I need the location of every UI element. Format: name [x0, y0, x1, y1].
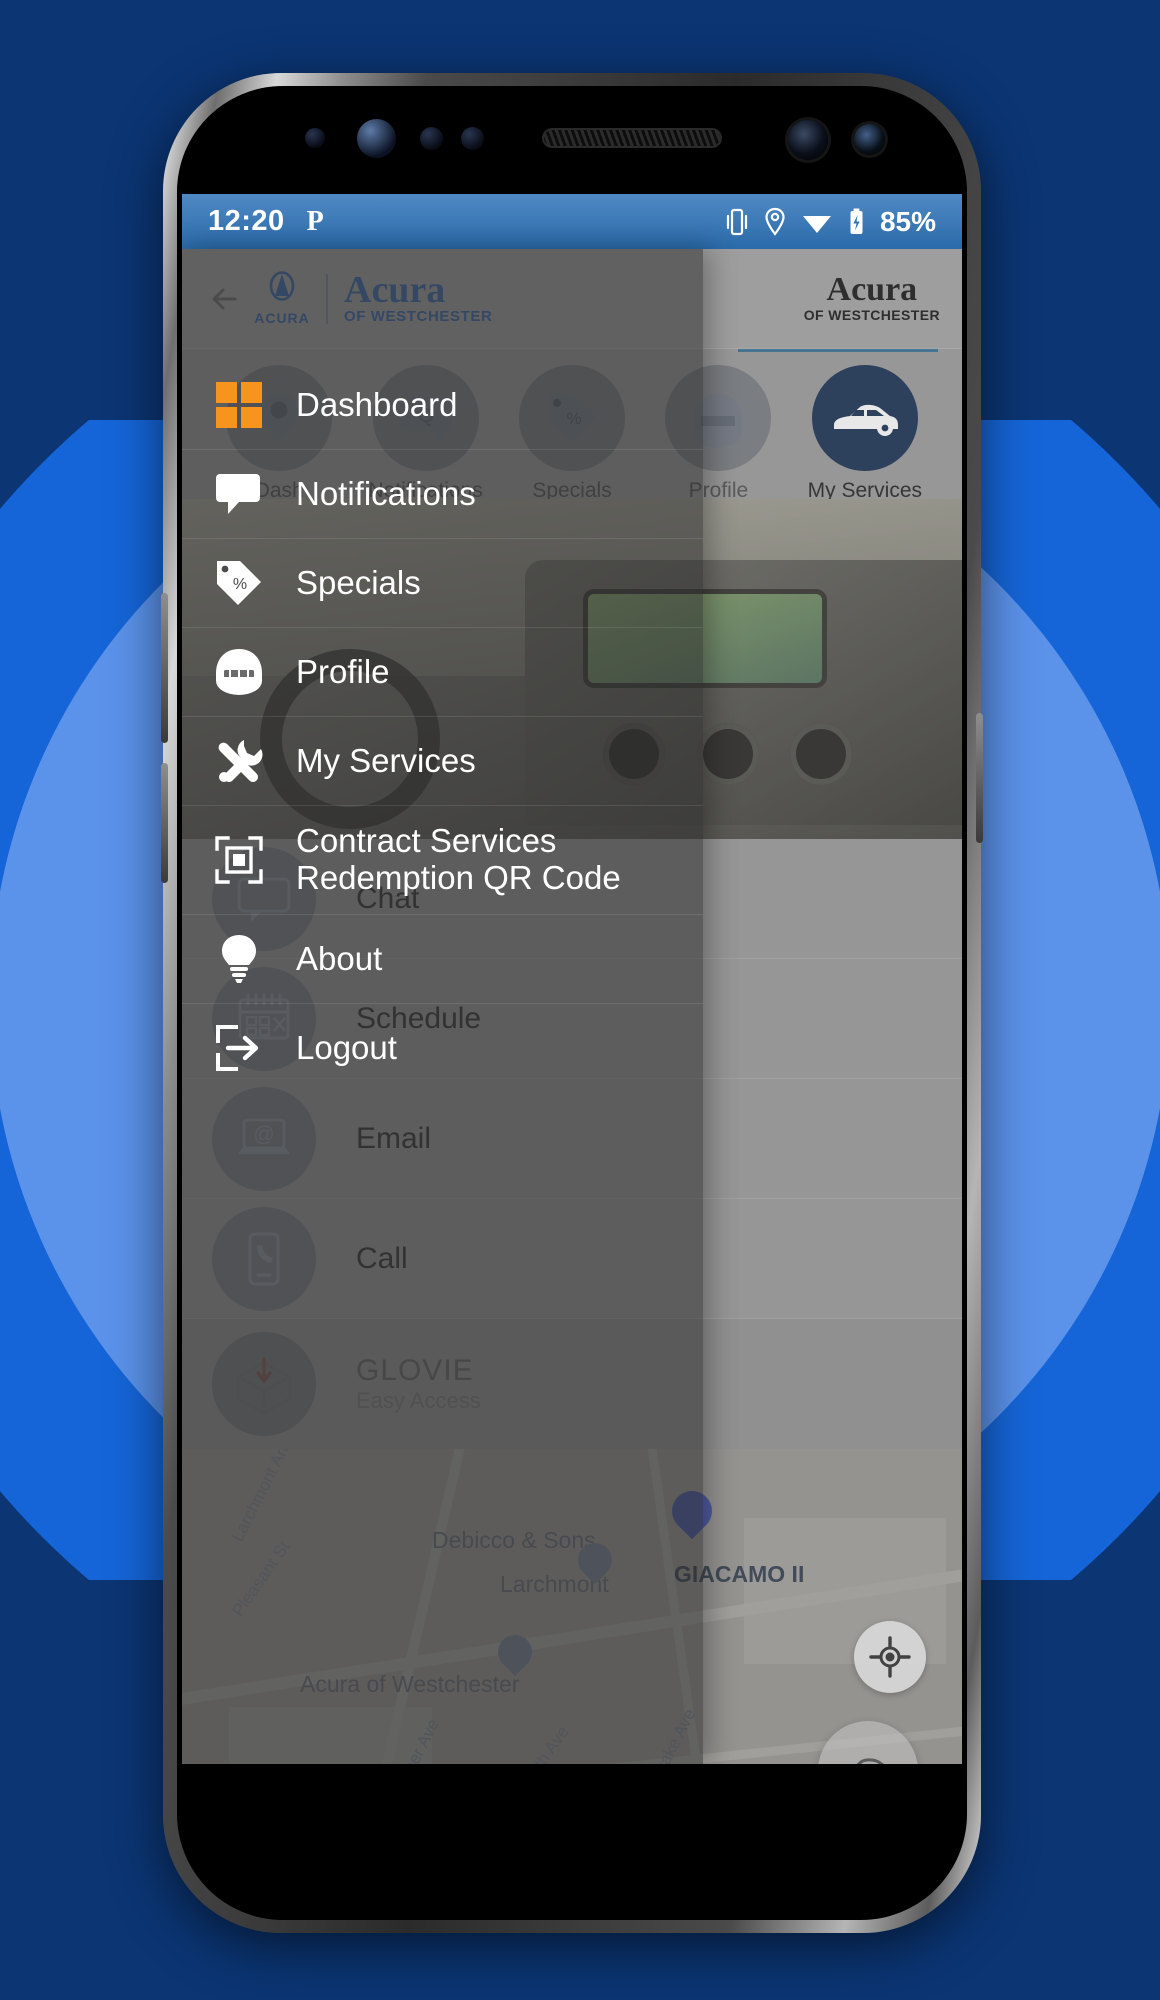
header-right-brand-subtitle: OF WESTCHESTER [803, 306, 940, 323]
status-bar-clock: 12:20 [208, 205, 285, 237]
locate-me-button[interactable] [854, 1621, 926, 1693]
drawer-item-notifications[interactable]: Notifications [182, 450, 703, 538]
status-bar-icons: 85% [725, 206, 936, 238]
iris-scanner-icon [357, 119, 396, 158]
phone-bezel: 12:20 P 85% Acura OF WESTCHESTER Profile… [177, 86, 967, 1920]
helmet-icon [208, 647, 270, 697]
earpiece-speaker [542, 128, 722, 148]
crosshair-icon [869, 1636, 911, 1678]
svg-text:%: % [233, 576, 247, 593]
drawer-item-dashboard-label: Dashboard [296, 385, 458, 423]
drawer-item-my-services[interactable]: My Services [182, 717, 703, 805]
dashboard-grid-icon [208, 382, 270, 428]
front-camera-icon [788, 120, 828, 160]
active-tab-underline [738, 349, 938, 352]
quick-action-my-services[interactable]: My Services [792, 365, 938, 503]
lightbulb-icon [208, 933, 270, 985]
header-right-brand: Acura OF WESTCHESTER [803, 271, 940, 323]
price-tag-percent-icon: % [208, 558, 270, 608]
parking-p-icon: P [306, 205, 324, 237]
drawer-item-contract-services[interactable]: Contract Services Redemption QR Code [182, 806, 703, 914]
drawer-item-logout-label: Logout [296, 1028, 397, 1066]
battery-percent-label: 85% [879, 205, 936, 237]
drawer-item-my-services-label: My Services [296, 741, 476, 779]
chat-bubble-icon [208, 472, 270, 516]
power-button[interactable] [976, 713, 983, 843]
navigation-drawer: Dashboard Notifications % Specials Profi… [182, 249, 703, 1764]
secondary-camera-icon [854, 124, 885, 155]
drawer-item-logout[interactable]: Logout [182, 1004, 703, 1092]
drawer-item-contract-services-label: Contract Services Redemption QR Code [296, 822, 621, 896]
wifi-icon [802, 215, 831, 233]
volume-up-button[interactable] [161, 593, 168, 743]
drawer-item-notifications-label: Notifications [296, 474, 476, 512]
notification-led-icon [461, 127, 484, 150]
header-right-brand-name: Acura [826, 271, 918, 309]
drawer-item-about-label: About [296, 939, 383, 977]
status-bar: 12:20 P 85% [182, 194, 962, 249]
vibrate-icon [726, 208, 748, 235]
drawer-header-space [182, 249, 703, 361]
qr-scan-icon [208, 835, 270, 885]
car-icon [856, 1758, 885, 1764]
location-pin-icon [765, 207, 785, 236]
logout-arrow-icon [208, 1024, 270, 1072]
phone-screen: 12:20 P 85% Acura OF WESTCHESTER Profile… [182, 194, 962, 1764]
battery-charging-icon [850, 208, 863, 234]
phone-device-frame: 12:20 P 85% Acura OF WESTCHESTER Profile… [161, 73, 983, 1933]
drawer-item-profile[interactable]: Profile [182, 628, 703, 716]
drawer-item-specials-label: Specials [296, 563, 421, 601]
drawer-item-dashboard[interactable]: Dashboard [182, 361, 703, 449]
drawer-item-profile-label: Profile [296, 652, 390, 690]
light-sensor-icon [420, 127, 443, 150]
tools-icon [208, 735, 270, 787]
hero-air-vent [696, 723, 759, 786]
drawer-item-specials[interactable]: % Specials [182, 539, 703, 627]
phone-sensor-row [177, 86, 967, 194]
volume-down-button[interactable] [161, 763, 168, 883]
car-icon [811, 365, 918, 471]
proximity-sensor-icon [305, 128, 325, 148]
drawer-item-about[interactable]: About [182, 915, 703, 1003]
